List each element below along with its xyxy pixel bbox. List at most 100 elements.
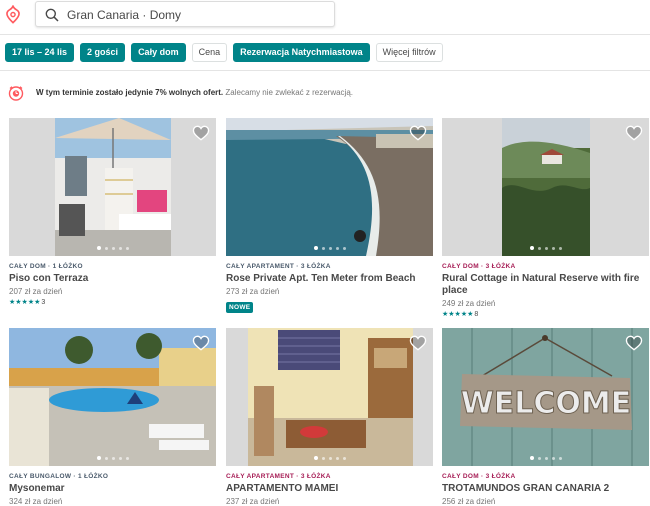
welcome-sign-photo: WELCOME <box>442 328 649 466</box>
filter-price-button[interactable]: Cena <box>191 43 228 62</box>
carousel-dot[interactable] <box>321 247 325 250</box>
listing-card[interactable]: CAŁY BUNGALOW · 1 ŁÓŻKO Mysonemar 324 zł… <box>9 328 216 506</box>
carousel-dot[interactable] <box>551 247 555 250</box>
carousel-dot[interactable] <box>111 247 115 250</box>
carousel-dot[interactable] <box>537 457 541 460</box>
top-header: Gran Canaria · Domy <box>0 0 650 34</box>
terrace-photo <box>9 118 216 256</box>
carousel-dot[interactable] <box>104 247 108 250</box>
rating-stars: ★★★★★3 <box>9 298 216 306</box>
star-icons: ★★★★★ <box>9 299 41 306</box>
more-filters-button[interactable]: Więcej filtrów <box>375 43 443 62</box>
carousel-dot[interactable] <box>335 457 339 460</box>
listing-price: 256 zł za dzień <box>442 497 496 506</box>
carousel-dot[interactable] <box>529 246 534 250</box>
photo-carousel-dots[interactable] <box>9 246 216 250</box>
availability-notice: W tym terminie zostało jedynie 7% wolnyc… <box>36 88 353 97</box>
listing-photo[interactable] <box>226 118 433 256</box>
listing-photo[interactable] <box>226 328 433 466</box>
heart-icon[interactable] <box>192 335 210 351</box>
carousel-dot[interactable] <box>529 456 534 460</box>
heart-icon[interactable] <box>625 125 643 141</box>
search-icon <box>45 8 59 22</box>
heart-icon[interactable] <box>409 125 427 141</box>
listing-card[interactable]: CAŁY DOM · 3 ŁÓŻKA Rural Cottage in Natu… <box>442 118 649 318</box>
listing-photo[interactable] <box>9 118 216 256</box>
listing-photo[interactable] <box>9 328 216 466</box>
carousel-dot[interactable] <box>321 457 325 460</box>
alarm-clock-icon <box>8 86 24 101</box>
listing-card[interactable]: CAŁY DOM · 1 ŁÓŻKO Piso con Terraza 207 … <box>9 118 216 306</box>
review-count: 8 <box>474 311 479 318</box>
carousel-dot[interactable] <box>125 247 129 250</box>
carousel-dot[interactable] <box>118 247 122 250</box>
search-value: Gran Canaria · Domy <box>67 8 182 22</box>
airbnb-logo-icon[interactable] <box>4 5 22 25</box>
carousel-dot[interactable] <box>544 247 548 250</box>
rating-stars: ★★★★★8 <box>442 310 649 318</box>
filters-divider <box>0 70 650 71</box>
listing-title[interactable]: APARTAMENTO MAMEI <box>226 483 433 495</box>
carousel-dot[interactable] <box>551 457 555 460</box>
carousel-dot[interactable] <box>313 456 318 460</box>
notice-bold-text: W tym terminie zostało jedynie 7% wolnyc… <box>36 88 224 97</box>
carousel-dot[interactable] <box>544 457 548 460</box>
pool-photo <box>9 328 216 466</box>
carousel-dot[interactable] <box>118 457 122 460</box>
photo-carousel-dots[interactable] <box>226 456 433 460</box>
listing-photo[interactable]: WELCOME <box>442 328 649 466</box>
listing-title[interactable]: Rural Cottage in Natural Reserve with fi… <box>442 273 649 297</box>
carousel-dot[interactable] <box>558 247 562 250</box>
carousel-dot[interactable] <box>104 457 108 460</box>
listing-type: CAŁY BUNGALOW · 1 ŁÓŻKO <box>9 473 109 480</box>
search-input[interactable]: Gran Canaria · Domy <box>35 1 335 27</box>
listing-price: 273 zł za dzień <box>226 287 280 296</box>
filter-dates-button[interactable]: 17 lis – 24 lis <box>5 43 75 62</box>
photo-carousel-dots[interactable] <box>442 246 649 250</box>
cottage-photo <box>442 118 649 256</box>
listing-title[interactable]: Mysonemar <box>9 483 216 495</box>
carousel-dot[interactable] <box>342 247 346 250</box>
new-badge: NOWE <box>226 302 254 313</box>
listing-title[interactable]: TROTAMUNDOS GRAN CANARIA 2 <box>442 483 649 495</box>
welcome-sign-text: WELCOME <box>461 386 632 421</box>
carousel-dot[interactable] <box>558 457 562 460</box>
listing-type: CAŁY DOM · 3 ŁÓŻKA <box>442 263 516 270</box>
filter-bar: 17 lis – 24 lis 2 gości Cały dom Cena Re… <box>5 43 443 62</box>
listing-card[interactable]: CAŁY APARTAMENT · 3 ŁÓŻKA Rose Private A… <box>226 118 433 314</box>
listing-price: 324 zł za dzień <box>9 497 63 506</box>
heart-icon[interactable] <box>409 335 427 351</box>
carousel-dot[interactable] <box>125 457 129 460</box>
carousel-dot[interactable] <box>537 247 541 250</box>
apartment-interior-photo <box>226 328 433 466</box>
heart-icon[interactable] <box>192 125 210 141</box>
listing-title[interactable]: Piso con Terraza <box>9 273 216 285</box>
review-count: 3 <box>41 299 46 306</box>
listing-photo[interactable] <box>442 118 649 256</box>
header-divider <box>0 34 650 35</box>
carousel-dot[interactable] <box>328 457 332 460</box>
carousel-dot[interactable] <box>111 457 115 460</box>
listing-card[interactable]: WELCOME CAŁY DOM · 3 ŁÓŻKA TROTAMUNDOS G… <box>442 328 649 506</box>
listing-type: CAŁY APARTAMENT · 3 ŁÓŻKA <box>226 473 331 480</box>
photo-carousel-dots[interactable] <box>9 456 216 460</box>
star-icons: ★★★★★ <box>442 311 474 318</box>
carousel-dot[interactable] <box>328 247 332 250</box>
filter-instant-book-button[interactable]: Rezerwacja Natychmiastowa <box>233 43 370 62</box>
photo-carousel-dots[interactable] <box>226 246 433 250</box>
carousel-dot[interactable] <box>313 246 318 250</box>
heart-icon[interactable] <box>625 335 643 351</box>
listing-price: 237 zł za dzień <box>226 497 280 506</box>
listing-price: 249 zł za dzień <box>442 299 496 308</box>
carousel-dot[interactable] <box>335 247 339 250</box>
listing-type: CAŁY APARTAMENT · 3 ŁÓŻKA <box>226 263 331 270</box>
listing-card[interactable]: CAŁY APARTAMENT · 3 ŁÓŻKA APARTAMENTO MA… <box>226 328 433 506</box>
carousel-dot[interactable] <box>342 457 346 460</box>
filter-home-type-button[interactable]: Cały dom <box>131 43 186 62</box>
carousel-dot[interactable] <box>96 246 101 250</box>
listing-title[interactable]: Rose Private Apt. Ten Meter from Beach <box>226 273 433 285</box>
filter-guests-button[interactable]: 2 gości <box>80 43 126 62</box>
listing-type: CAŁY DOM · 3 ŁÓŻKA <box>442 473 516 480</box>
carousel-dot[interactable] <box>96 456 101 460</box>
photo-carousel-dots[interactable] <box>442 456 649 460</box>
